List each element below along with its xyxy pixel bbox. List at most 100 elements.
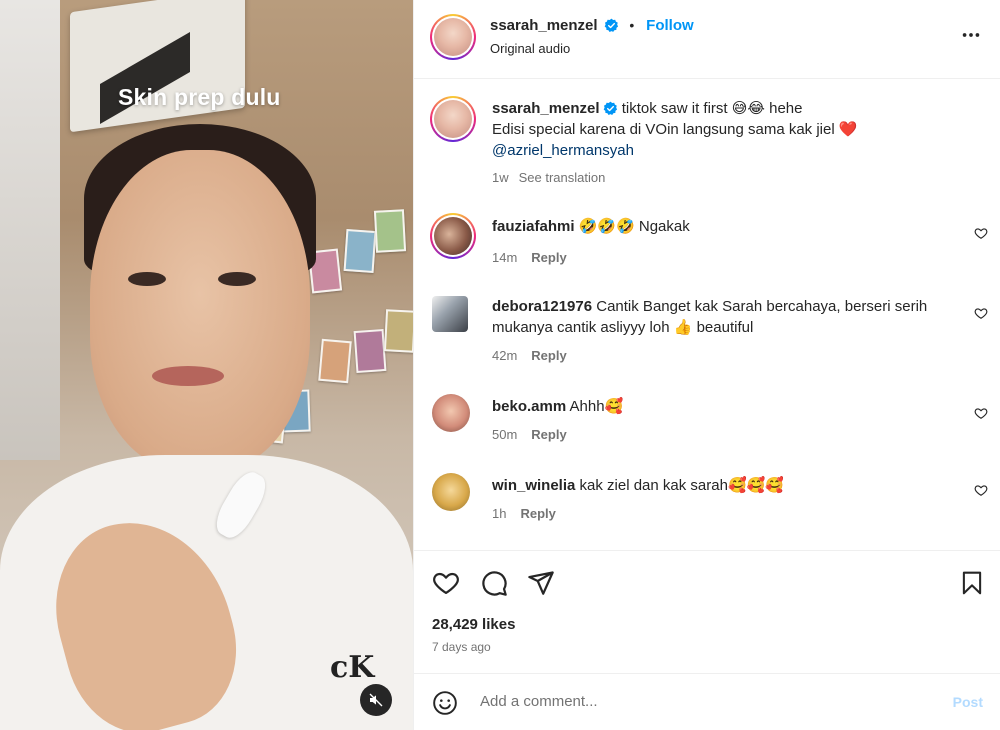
commenter-avatar[interactable] bbox=[432, 296, 468, 332]
post-comment-button[interactable]: Post bbox=[953, 694, 983, 710]
comment-avatar-ring[interactable] bbox=[430, 213, 476, 259]
commenter-avatar[interactable] bbox=[432, 473, 470, 511]
post-date[interactable]: 7 days ago bbox=[432, 640, 491, 654]
avatar-frame bbox=[432, 16, 474, 58]
like-comment-button[interactable] bbox=[974, 406, 988, 423]
comment-meta: 42m Reply bbox=[492, 348, 567, 363]
video-photo bbox=[373, 209, 407, 253]
author-avatar bbox=[434, 18, 472, 56]
likes-count[interactable]: 28,429 likes bbox=[432, 616, 515, 633]
comment-username[interactable]: debora121976 bbox=[492, 298, 592, 315]
audio-label[interactable]: Original audio bbox=[490, 41, 570, 56]
caption-line2-text: Edisi special karena di VOin langsung sa… bbox=[492, 121, 839, 138]
video-photo bbox=[383, 309, 413, 353]
heart-outline-icon bbox=[974, 485, 988, 496]
video-photo bbox=[353, 329, 387, 373]
emoji-smile-icon bbox=[433, 691, 457, 715]
post-actions: 28,429 likes 7 days ago bbox=[414, 550, 1000, 672]
heart-icon bbox=[433, 572, 459, 595]
video-photo bbox=[318, 338, 352, 384]
commenter-avatar bbox=[434, 217, 472, 255]
bookmark-icon bbox=[962, 571, 982, 595]
like-button[interactable] bbox=[432, 569, 460, 600]
post-caption: ssarah_menzel tiktok saw it first 😅😂 heh… bbox=[430, 96, 992, 196]
comment-item: beko.amm Ahhh🥰 50m Reply bbox=[432, 394, 992, 454]
comment-time[interactable]: 50m bbox=[492, 427, 517, 442]
heart-outline-icon bbox=[974, 308, 988, 319]
video-overlay-text: Skin prep dulu bbox=[118, 84, 281, 110]
header-dot-separator: • bbox=[629, 17, 635, 33]
commenter-avatar[interactable] bbox=[432, 394, 470, 432]
share-button[interactable] bbox=[527, 569, 555, 600]
comment-text: debora121976 Cantik Banget kak Sarah ber… bbox=[492, 296, 972, 338]
reply-button[interactable]: Reply bbox=[531, 250, 566, 265]
avatar-frame bbox=[432, 215, 474, 257]
comment-body: 🤣🤣🤣 Ngakak bbox=[578, 218, 690, 235]
comment-time[interactable]: 1h bbox=[492, 506, 506, 521]
like-comment-button[interactable] bbox=[974, 483, 988, 500]
video-person-eye bbox=[218, 272, 256, 286]
comment-button[interactable] bbox=[480, 569, 508, 600]
video-photo bbox=[343, 229, 377, 273]
video-person-eye bbox=[128, 272, 166, 286]
save-button[interactable] bbox=[959, 569, 985, 600]
comment-item: fauziafahmi 🤣🤣🤣 Ngakak 14m Reply bbox=[430, 213, 992, 274]
caption-line1-after: hehe bbox=[764, 100, 803, 117]
more-horizontal-icon bbox=[962, 33, 980, 37]
see-translation-button[interactable]: See translation bbox=[519, 170, 606, 185]
paper-plane-icon bbox=[528, 571, 554, 595]
author-avatar bbox=[434, 100, 472, 138]
caption-time[interactable]: 1w bbox=[492, 170, 509, 185]
add-comment-bar: Post bbox=[414, 673, 1000, 730]
verified-badge-icon bbox=[603, 101, 617, 115]
comment-meta: 1h Reply bbox=[492, 506, 556, 521]
caption-line1-emoji: 😅😂 bbox=[731, 100, 765, 117]
more-options-button[interactable] bbox=[960, 24, 982, 49]
post-dialog: Skin prep dulu cK ssarah_menzel • Follow… bbox=[0, 0, 1000, 730]
post-side-panel: ssarah_menzel • Follow Original audio ss… bbox=[413, 0, 1000, 730]
mute-button[interactable] bbox=[360, 684, 392, 716]
comment-time[interactable]: 14m bbox=[492, 250, 517, 265]
muted-speaker-icon bbox=[369, 693, 383, 707]
comment-body: kak ziel dan kak sarah🥰🥰🥰 bbox=[579, 477, 784, 494]
caption-line1-text: tiktok saw it first bbox=[617, 100, 732, 117]
comment-username[interactable]: beko.amm bbox=[492, 398, 566, 415]
heart-outline-icon bbox=[974, 228, 988, 239]
follow-button[interactable]: Follow bbox=[646, 17, 694, 34]
comment-meta: 14m Reply bbox=[492, 250, 567, 265]
caption-username[interactable]: ssarah_menzel bbox=[492, 100, 600, 117]
like-comment-button[interactable] bbox=[974, 306, 988, 323]
comment-bubble-icon bbox=[482, 571, 507, 596]
caption-heart-emoji: ❤️ bbox=[838, 121, 858, 138]
calvin-klein-logo: cK bbox=[330, 650, 375, 685]
reply-button[interactable]: Reply bbox=[531, 427, 566, 442]
author-username[interactable]: ssarah_menzel bbox=[490, 17, 598, 34]
reply-button[interactable]: Reply bbox=[520, 506, 555, 521]
comment-meta: 50m Reply bbox=[492, 427, 567, 442]
like-comment-button[interactable] bbox=[974, 226, 988, 243]
verified-badge-icon bbox=[605, 18, 619, 32]
avatar-frame bbox=[432, 98, 474, 140]
comment-username[interactable]: win_winelia bbox=[492, 477, 575, 494]
comment-input[interactable] bbox=[480, 686, 920, 716]
caption-mention-link[interactable]: @azriel_hermansyah bbox=[492, 142, 634, 159]
header-title-line: ssarah_menzel • Follow bbox=[490, 17, 694, 34]
comment-item: debora121976 Cantik Banget kak Sarah ber… bbox=[432, 294, 992, 374]
reply-button[interactable]: Reply bbox=[531, 348, 566, 363]
video-background-wall bbox=[0, 0, 60, 460]
comments-list[interactable]: ssarah_menzel tiktok saw it first 😅😂 heh… bbox=[414, 80, 1000, 550]
comment-time[interactable]: 42m bbox=[492, 348, 517, 363]
emoji-picker-button[interactable] bbox=[432, 690, 458, 719]
video-person-face bbox=[90, 150, 310, 470]
comment-text: fauziafahmi 🤣🤣🤣 Ngakak bbox=[492, 216, 972, 237]
comment-text: win_winelia kak ziel dan kak sarah🥰🥰🥰 bbox=[492, 475, 972, 496]
comment-text: beko.amm Ahhh🥰 bbox=[492, 396, 972, 417]
comment-item: win_winelia kak ziel dan kak sarah🥰🥰🥰 1h… bbox=[432, 473, 992, 533]
comment-body: Ahhh🥰 bbox=[569, 398, 624, 415]
heart-outline-icon bbox=[974, 408, 988, 419]
caption-text: ssarah_menzel tiktok saw it first 😅😂 heh… bbox=[492, 98, 972, 161]
caption-avatar-ring[interactable] bbox=[430, 96, 476, 142]
comment-username[interactable]: fauziafahmi bbox=[492, 218, 575, 235]
video-player[interactable]: Skin prep dulu cK bbox=[0, 0, 413, 730]
author-avatar-ring[interactable] bbox=[430, 14, 476, 60]
